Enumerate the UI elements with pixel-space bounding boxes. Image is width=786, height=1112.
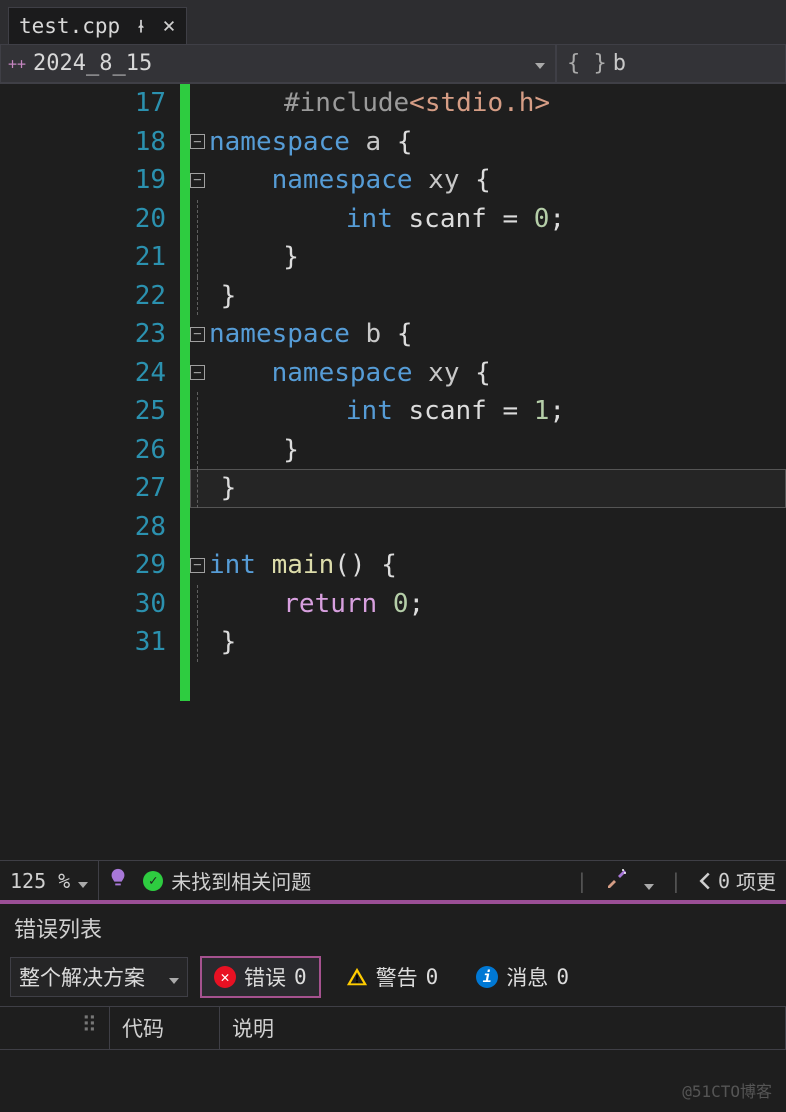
- issues-text: 未找到相关问题: [171, 866, 311, 895]
- warning-icon: [346, 966, 368, 988]
- code-line[interactable]: −namespace a {: [190, 123, 786, 162]
- scope-text: 整个解决方案: [19, 962, 145, 992]
- file-tab[interactable]: test.cpp: [8, 7, 187, 44]
- scope-dropdown[interactable]: { } b: [556, 44, 786, 83]
- watermark: @51CTO博客: [682, 1078, 772, 1102]
- code-line[interactable]: }: [190, 277, 786, 316]
- errors-filter-button[interactable]: ✕ 错误 0: [200, 956, 321, 998]
- changes-label: 项更: [736, 866, 776, 895]
- code-line[interactable]: −namespace b {: [190, 315, 786, 354]
- cpp-project-icon: ++: [1, 55, 33, 73]
- code-line[interactable]: int scanf = 0;: [190, 200, 786, 239]
- code-line[interactable]: }: [190, 623, 786, 662]
- code-line[interactable]: return 0;: [190, 585, 786, 624]
- chevron-left-icon: [698, 871, 712, 891]
- code-line[interactable]: int scanf = 1;: [190, 392, 786, 431]
- scope-name: b: [613, 51, 626, 76]
- code-area[interactable]: #include<stdio.h>−namespace a {− namespa…: [190, 84, 786, 860]
- code-line[interactable]: }: [190, 469, 786, 508]
- warnings-label: 警告: [376, 962, 418, 992]
- chevron-down-icon: [169, 965, 179, 989]
- fold-toggle[interactable]: −: [190, 558, 205, 573]
- messages-count: 0: [556, 965, 569, 989]
- project-name: 2024_8_15: [33, 51, 525, 76]
- error-scope-dropdown[interactable]: 整个解决方案: [10, 957, 188, 997]
- issues-status[interactable]: ✓ 未找到相关问题: [137, 866, 317, 895]
- zoom-control[interactable]: 125 %: [0, 861, 99, 900]
- code-line[interactable]: − namespace xy {: [190, 161, 786, 200]
- editor-status-bar: 125 % ✓ 未找到相关问题 | | 0 项更: [0, 860, 786, 900]
- fold-toggle[interactable]: −: [190, 173, 205, 188]
- change-indicator: [180, 84, 190, 860]
- code-line[interactable]: #include<stdio.h>: [190, 84, 786, 123]
- code-line[interactable]: − namespace xy {: [190, 354, 786, 393]
- check-icon: ✓: [143, 871, 163, 891]
- close-icon[interactable]: [162, 19, 176, 33]
- code-line[interactable]: [190, 508, 786, 547]
- line-gutter: 171819202122232425262728293031: [0, 84, 180, 860]
- tab-filename: test.cpp: [19, 14, 120, 38]
- errors-label: 错误: [244, 962, 286, 992]
- warnings-filter-button[interactable]: 警告 0: [333, 957, 452, 997]
- separator: |: [664, 869, 688, 893]
- changes-count: 0: [718, 869, 730, 893]
- nav-bar: ++ 2024_8_15 { } b: [0, 44, 786, 84]
- project-dropdown[interactable]: ++ 2024_8_15: [0, 44, 556, 83]
- health-icon[interactable]: [99, 867, 137, 894]
- cleanup-icon[interactable]: [594, 866, 664, 895]
- error-icon: ✕: [214, 966, 236, 988]
- info-icon: i: [476, 966, 498, 988]
- panel-title: 错误列表: [0, 904, 786, 952]
- code-line[interactable]: }: [190, 431, 786, 470]
- error-list-panel: 错误列表 整个解决方案 ✕ 错误 0 警告 0 i 消息 0 ⠿ 代码 说明: [0, 904, 786, 1050]
- zoom-value: 125 %: [10, 869, 70, 893]
- col-code[interactable]: 代码: [110, 1007, 220, 1049]
- chevron-down-icon: [78, 869, 88, 893]
- fold-toggle[interactable]: −: [190, 327, 205, 342]
- chevron-down-icon: [644, 871, 654, 895]
- separator: |: [570, 869, 594, 893]
- tab-bar: test.cpp: [0, 0, 786, 44]
- messages-filter-button[interactable]: i 消息 0: [463, 957, 582, 997]
- scope-prefix: { }: [567, 51, 607, 76]
- error-toolbar: 整个解决方案 ✕ 错误 0 警告 0 i 消息 0: [0, 952, 786, 1002]
- warnings-count: 0: [426, 965, 439, 989]
- error-table-header: ⠿ 代码 说明: [0, 1006, 786, 1050]
- code-editor[interactable]: 171819202122232425262728293031 #include<…: [0, 84, 786, 860]
- changes-nav[interactable]: 0 项更: [688, 866, 786, 895]
- code-line[interactable]: }: [190, 238, 786, 277]
- fold-toggle[interactable]: −: [190, 365, 205, 380]
- code-line[interactable]: −int main() {: [190, 546, 786, 585]
- fold-toggle[interactable]: −: [190, 134, 205, 149]
- col-handle[interactable]: ⠿: [0, 1007, 110, 1049]
- messages-label: 消息: [506, 962, 548, 992]
- errors-count: 0: [294, 965, 307, 989]
- col-desc[interactable]: 说明: [220, 1007, 786, 1049]
- pin-icon[interactable]: [134, 19, 148, 33]
- chevron-down-icon: [525, 54, 555, 73]
